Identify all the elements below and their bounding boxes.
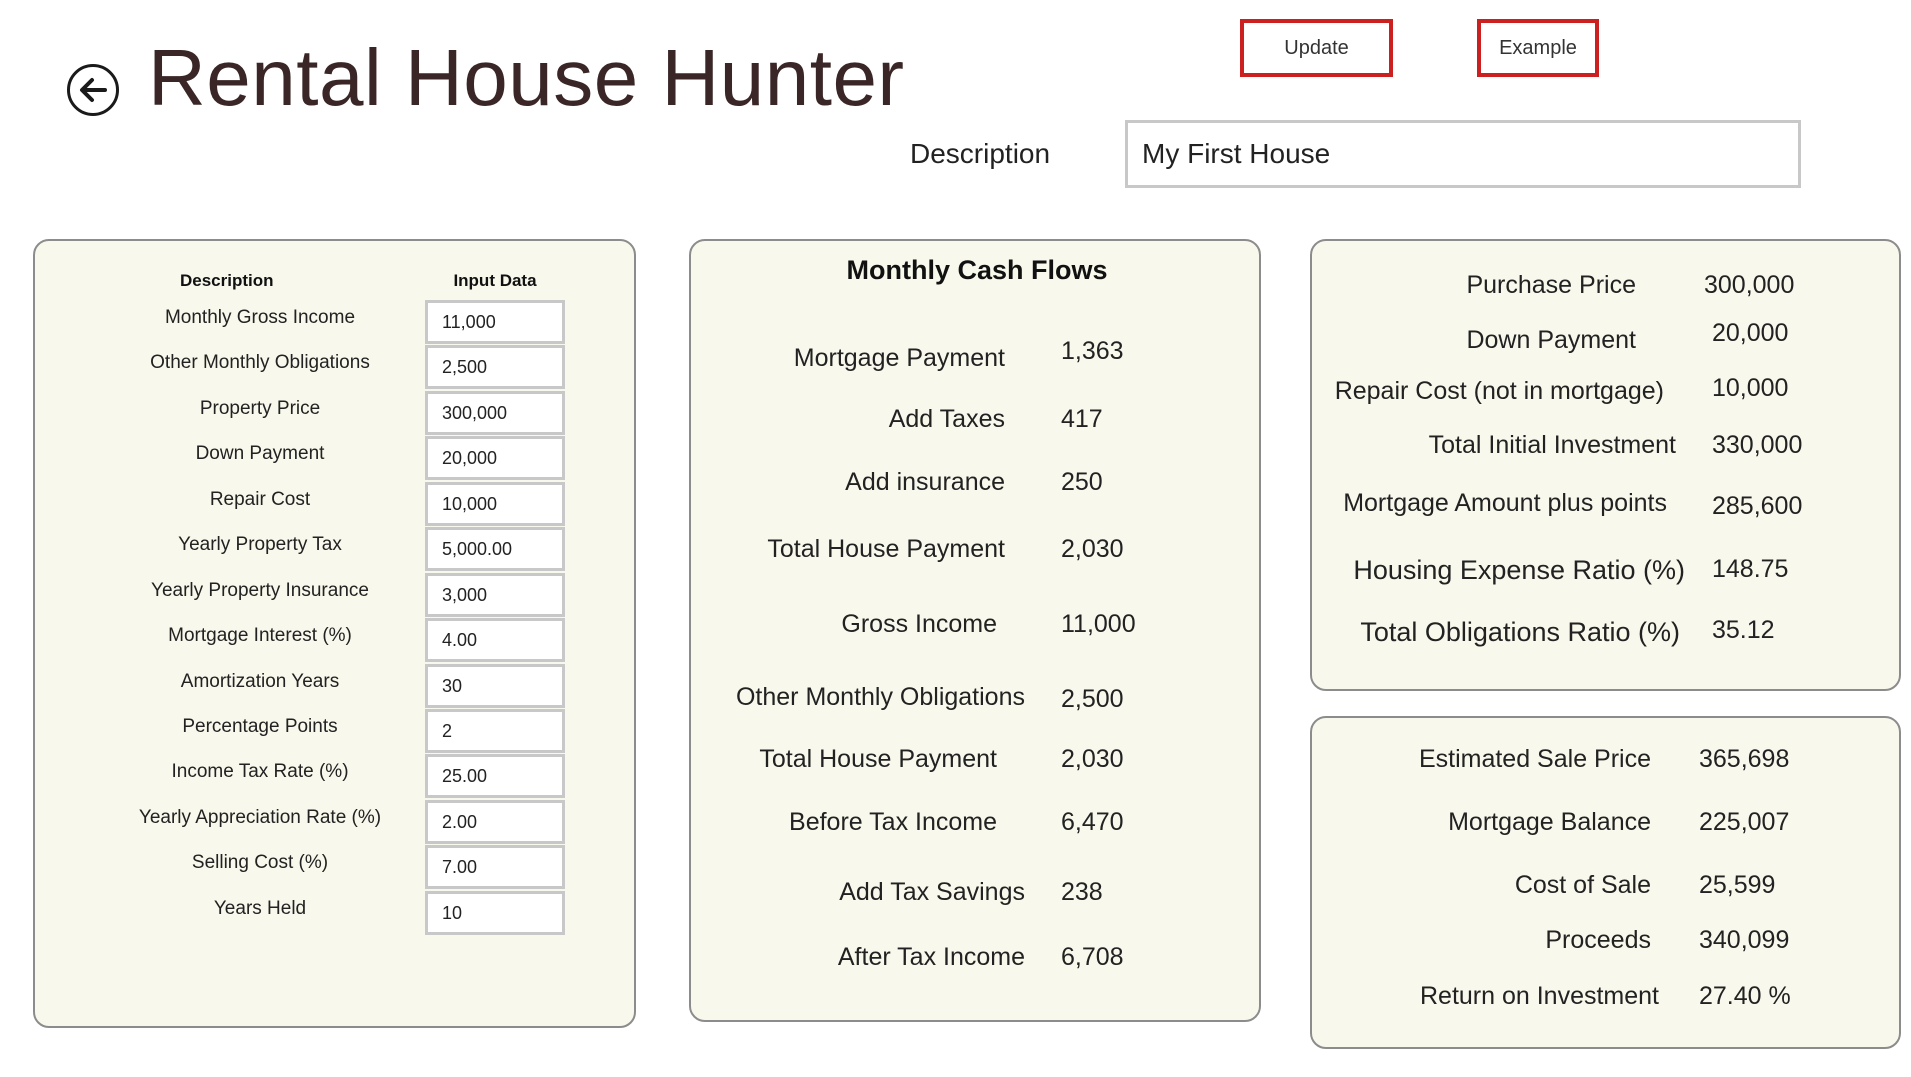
investment-label: Housing Expense Ratio (%): [1353, 555, 1685, 585]
years-held-input[interactable]: [425, 891, 565, 935]
column-header-input: Input Data: [453, 271, 537, 290]
cash-flow-value: 6,708: [1061, 943, 1124, 971]
cash-flow-value: 417: [1061, 405, 1103, 433]
selling-cost-input[interactable]: [425, 845, 565, 889]
input-label: Selling Cost (%): [191, 852, 329, 873]
investment-label: Down Payment: [1466, 326, 1636, 354]
input-label: Percentage Points: [182, 716, 338, 737]
input-panel: Description Input Data Monthly Gross Inc…: [33, 239, 636, 1028]
cash-flow-label: Add Taxes: [888, 405, 1005, 433]
investment-value: 330,000: [1712, 431, 1803, 459]
cash-flow-value: 1,363: [1061, 337, 1124, 365]
property-price-input[interactable]: [425, 391, 565, 435]
cash-flow-label: Before Tax Income: [789, 808, 997, 836]
input-label: Repair Cost: [209, 489, 311, 510]
other-monthly-obligations-input[interactable]: [425, 345, 565, 389]
investment-label: Purchase Price: [1466, 271, 1636, 299]
yearly-appreciation-rate-input[interactable]: [425, 800, 565, 844]
input-label: Income Tax Rate (%): [171, 761, 349, 782]
update-button[interactable]: Update: [1240, 19, 1393, 77]
investment-label: Total Obligations Ratio (%): [1360, 617, 1680, 647]
yearly-property-insurance-input[interactable]: [425, 573, 565, 617]
input-label: Other Monthly Obligations: [150, 352, 370, 373]
investment-value: 10,000: [1712, 374, 1789, 402]
investment-value: 20,000: [1712, 319, 1789, 347]
sale-label: Estimated Sale Price: [1418, 745, 1651, 773]
down-payment-input[interactable]: [425, 436, 565, 480]
sale-label: Return on Investment: [1419, 982, 1659, 1010]
cash-flow-label: After Tax Income: [837, 943, 1025, 971]
mortgage-interest-input[interactable]: [425, 618, 565, 662]
sale-value: 225,007: [1699, 808, 1790, 836]
cash-flows-title: Monthly Cash Flows: [846, 255, 1108, 285]
investment-label: Repair Cost (not in mortgage): [1334, 377, 1664, 405]
amortization-years-input[interactable]: [425, 664, 565, 708]
input-label: Amortization Years: [180, 671, 340, 692]
arrow-left-icon: [80, 78, 107, 102]
input-label: Yearly Property Insurance: [151, 580, 369, 601]
investment-value: 35.12: [1712, 616, 1775, 644]
cash-flow-value: 238: [1061, 878, 1103, 906]
cash-flow-label: Add Tax Savings: [839, 878, 1025, 906]
cash-flow-value: 2,030: [1061, 535, 1124, 563]
cash-flow-label: Total House Payment: [759, 745, 997, 773]
cash-flow-value: 11,000: [1061, 610, 1136, 638]
cash-flow-value: 2,500: [1061, 685, 1124, 713]
cash-flows-panel: Monthly Cash Flows Mortgage Payment 1,36…: [689, 239, 1261, 1022]
sale-value: 340,099: [1699, 926, 1790, 954]
investment-value: 285,600: [1712, 492, 1803, 520]
yearly-property-tax-input[interactable]: [425, 527, 565, 571]
input-label: Down Payment: [195, 443, 325, 464]
cash-flow-label: Add insurance: [845, 468, 1005, 496]
input-label: Property Price: [199, 398, 321, 419]
sale-label: Proceeds: [1545, 926, 1651, 954]
sale-value: 27.40 %: [1699, 982, 1791, 1010]
cash-flow-value: 2,030: [1061, 745, 1124, 773]
investment-label: Total Initial Investment: [1428, 431, 1676, 459]
investment-label: Mortgage Amount plus points: [1343, 489, 1667, 517]
investment-value: 300,000: [1704, 271, 1795, 299]
sale-label: Cost of Sale: [1514, 871, 1651, 899]
description-input[interactable]: [1125, 120, 1801, 188]
investment-panel: Purchase Price 300,000 Down Payment 20,0…: [1310, 239, 1901, 691]
sale-value: 365,698: [1699, 745, 1790, 773]
investment-value: 148.75: [1712, 555, 1789, 583]
cash-flow-value: 250: [1061, 468, 1103, 496]
input-label: Mortgage Interest (%): [168, 625, 352, 646]
income-tax-rate-input[interactable]: [425, 754, 565, 798]
example-button[interactable]: Example: [1477, 19, 1599, 77]
input-label: Yearly Property Tax: [178, 534, 342, 555]
cash-flow-label: Gross Income: [841, 610, 997, 638]
sale-value: 25,599: [1699, 871, 1776, 899]
sale-label: Mortgage Balance: [1448, 808, 1651, 836]
input-label: Monthly Gross Income: [164, 307, 356, 328]
cash-flow-label: Other Monthly Obligations: [735, 683, 1025, 711]
column-header-description: Description: [180, 271, 274, 290]
input-label: Yearly Appreciation Rate (%): [138, 807, 382, 828]
repair-cost-input[interactable]: [425, 482, 565, 526]
monthly-gross-income-input[interactable]: [425, 300, 565, 344]
cash-flow-label: Total House Payment: [767, 535, 1005, 563]
input-label: Years Held: [213, 898, 307, 919]
page-title: Rental House Hunter: [148, 33, 905, 122]
percentage-points-input[interactable]: [425, 709, 565, 753]
cash-flow-value: 6,470: [1061, 808, 1124, 836]
cash-flow-label: Mortgage Payment: [793, 344, 1005, 372]
back-button[interactable]: [67, 64, 119, 116]
description-label: Description: [910, 138, 1051, 169]
sale-panel: Estimated Sale Price 365,698 Mortgage Ba…: [1310, 716, 1901, 1049]
